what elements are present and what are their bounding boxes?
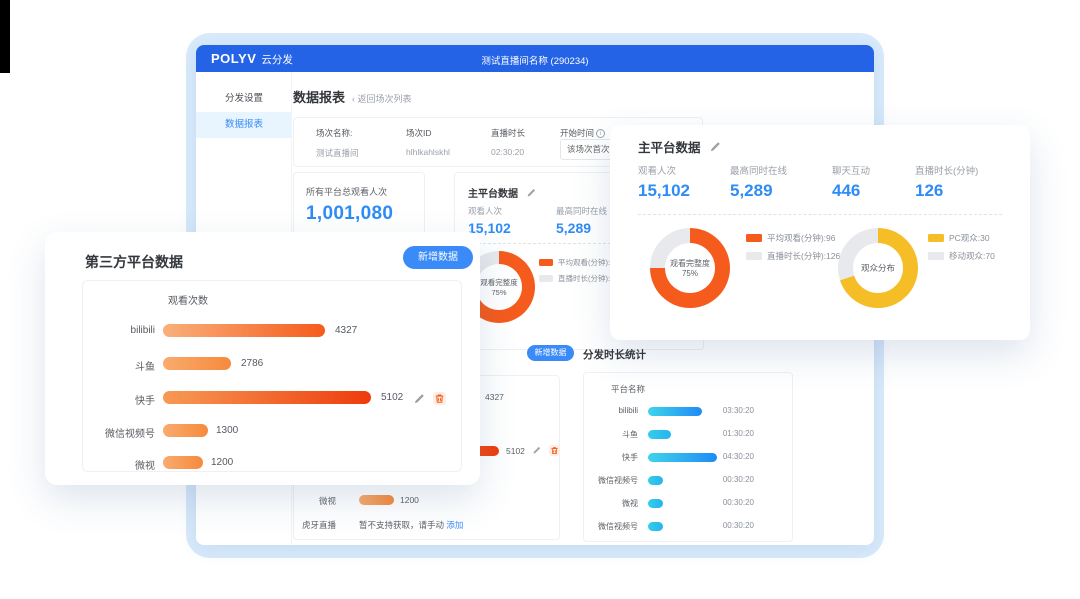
total-views-label: 所有平台总观看人次: [306, 185, 387, 198]
stat-chat: 聊天互动 446: [832, 163, 870, 201]
add-data-button[interactable]: 新增数据: [403, 246, 473, 269]
bar: [163, 391, 371, 404]
card-title-row: 主平台数据: [638, 137, 721, 156]
legend-swatch: [746, 252, 762, 260]
audience-donut-chart: 观众分布: [838, 228, 918, 308]
distribution-duration-panel: 平台名称 bilibili 03:30:20 斗鱼 01:30:20 快手 04…: [583, 372, 793, 542]
add-link[interactable]: 添加: [446, 520, 463, 530]
total-views-value: 1,001,080: [306, 203, 393, 225]
session-id-field: 场次ID hlhlkahlskhl: [406, 127, 450, 157]
bar: [648, 407, 702, 416]
card-title: 第三方平台数据: [85, 252, 183, 272]
bar: [163, 424, 208, 437]
edit-icon[interactable]: [532, 446, 541, 455]
table-row: bilibili 03:30:20: [584, 405, 792, 417]
legend-swatch: [539, 259, 553, 266]
huya-note: 暂不支持获取，请手动 添加: [359, 519, 463, 531]
bar: [163, 357, 231, 370]
info-icon[interactable]: i: [596, 129, 605, 138]
table-row: 微视 00:30:20: [584, 497, 792, 509]
legend-item: PC观众:30: [928, 232, 990, 244]
bar: [648, 522, 663, 531]
edit-icon[interactable]: [709, 141, 721, 153]
legend-swatch: [539, 275, 553, 282]
bar-row: 微信视频号 1300: [83, 423, 461, 439]
views-chart-panel: 观看次数 bilibili 4327 斗鱼 2786 快手 5102: [82, 280, 462, 472]
logo-text: POLYV: [211, 51, 256, 66]
page: POLYV 云分发 测试直播间名称 (290234) 分发设置 数据报表 数据报表…: [0, 0, 1080, 599]
session-start-field: 开始时间i: [560, 127, 605, 139]
stat-duration: 直播时长(分钟) 126: [915, 163, 978, 201]
session-name-field: 场次名称: 测试直播间: [316, 127, 359, 159]
bar: [163, 324, 325, 337]
legend-item: 平均观看(分钟):96: [539, 257, 618, 268]
session-duration-field: 直播时长 02:30:20: [491, 127, 525, 157]
bar: [648, 430, 671, 439]
polyv-logo: POLYV 云分发: [211, 51, 293, 67]
stat-views: 观看人次 15,102: [468, 205, 511, 236]
bar: [359, 495, 394, 505]
bar-row: 微视 1200: [294, 493, 559, 507]
divider: [638, 214, 1002, 215]
chevron-left-icon: ‹: [352, 94, 355, 104]
back-to-session-list-link[interactable]: ‹ 返回场次列表: [352, 92, 412, 105]
bar: [163, 456, 203, 469]
sidebar-item-data-report[interactable]: 数据报表: [196, 112, 292, 138]
window-header: POLYV 云分发 测试直播间名称 (290234): [196, 45, 874, 72]
table-row: 微信视频号 00:30:20: [584, 474, 792, 486]
bar-row: 斗鱼 2786: [83, 356, 461, 372]
table-row: 微信视频号 00:30:20: [584, 520, 792, 532]
legend-item: 直播时长(分钟):126: [746, 250, 840, 262]
stat-views: 观看人次 15,102: [638, 163, 690, 201]
logo-product: 云分发: [261, 54, 293, 66]
page-title: 数据报表: [293, 87, 345, 106]
edit-icon[interactable]: [413, 393, 425, 405]
table-row: 斗鱼 01:30:20: [584, 428, 792, 440]
legend-item: 移动观众:70: [928, 250, 995, 262]
edit-icon[interactable]: [526, 188, 536, 198]
completion-donut-chart: 观看完整度 75%: [650, 228, 730, 308]
sidebar-item-distribution-settings[interactable]: 分发设置: [196, 86, 292, 112]
distribution-duration-title: 分发时长统计: [583, 347, 646, 362]
window-title: 测试直播间名称 (290234): [196, 53, 874, 67]
main-platform-data-card: 主平台数据 观看人次 15,102 最高同时在线 5,289 聊天互动 446 …: [610, 125, 1030, 340]
bar: [648, 499, 663, 508]
legend-swatch: [928, 234, 944, 242]
legend-item: 平均观看(分钟):96: [746, 232, 835, 244]
corner-strip: [0, 0, 10, 73]
add-data-button[interactable]: 新增数据: [527, 345, 574, 361]
table-row: 快手 04:30:20: [584, 451, 792, 463]
delete-icon[interactable]: [433, 392, 446, 405]
bar-row: 快手 5102: [83, 390, 461, 406]
main-panel-title-row: 主平台数据: [468, 184, 536, 202]
huya-row: 虎牙直播 暂不支持获取，请手动 添加: [294, 517, 559, 531]
bar-row: bilibili 4327: [83, 323, 461, 339]
third-party-data-card: 第三方平台数据 新增数据 观看次数 bilibili 4327 斗鱼 2786 …: [45, 232, 480, 485]
legend-swatch: [746, 234, 762, 242]
delete-icon[interactable]: [549, 445, 560, 456]
bar-row: 微视 1200: [83, 455, 461, 471]
platform-column-header: 平台名称: [611, 383, 645, 395]
views-column-header: 观看次数: [168, 292, 208, 307]
stat-concurrent: 最高同时在线 5,289: [730, 163, 787, 201]
legend-swatch: [928, 252, 944, 260]
stat-concurrent: 最高同时在线 5,289: [556, 205, 607, 236]
bar: [648, 476, 663, 485]
